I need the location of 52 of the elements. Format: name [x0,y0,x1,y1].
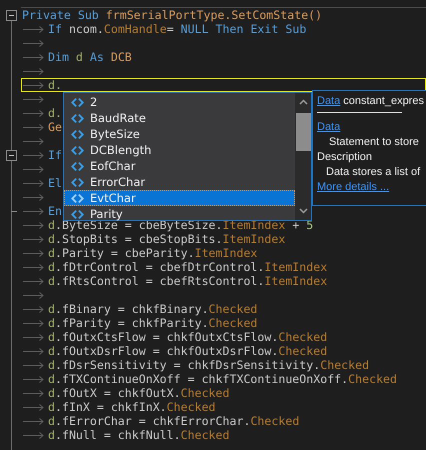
code-text: d.fBinary = chkfBinary.Checked [48,302,258,316]
completion-item[interactable]: EofChar [64,158,295,174]
code-text: Dim d As DCB [48,50,132,64]
data-link[interactable]: Data [317,121,340,133]
field-icon [70,128,85,140]
completion-item[interactable]: Parity [64,206,295,222]
code-text: If [48,148,62,162]
completion-item[interactable]: BaudRate [64,110,295,126]
completion-item[interactable]: DCBlength [64,142,295,158]
completion-item[interactable]: ErrorChar [64,174,295,190]
code-text: Private Sub frmSerialPortType.SetComState() [22,8,322,22]
field-icon [70,192,85,204]
statement-text: Statement to store [329,136,419,148]
code-text: d.fOutxDsrFlow = chkfOutxDsrFlow.Checked [48,344,328,358]
data-link[interactable]: Data [317,95,340,107]
code-text: If ncom.ComHandle= NULL Then Exit Sub [48,22,306,36]
code-text: d.fDsrSensitivity = chkfDsrSensitivity.Checked [48,358,370,372]
completion-item[interactable]: 2 [64,94,295,110]
completion-item[interactable]: EvtChar [64,190,295,206]
code-text: d.fOutxCtsFlow = chkfOutxCtsFlow.Checked [48,330,328,344]
completion-item[interactable]: ByteSize [64,126,295,142]
code-text: d.Parity = cbeParity.ItemIndex [48,246,258,260]
field-icon [70,208,85,220]
description-text: Data stores a list of [326,166,420,178]
code-text: d.fParity = chkfParity.Checked [48,316,258,330]
scroll-down-icon[interactable] [298,208,308,214]
field-icon [70,176,85,188]
code-text: Ge [48,120,62,134]
description-heading: Description [317,151,372,163]
code-text: d.fOutX = chkfOutX.Checked [48,386,230,400]
scrollbar[interactable] [295,93,311,220]
more-details-link[interactable]: More details ... [317,181,390,193]
code-text: d.fInX = chkfInX.Checked [48,400,216,414]
scrollbar-thumb[interactable] [296,113,310,151]
code-text: d.fRtsControl = cbefRtsControl.ItemIndex [48,274,328,288]
field-icon [70,160,85,172]
signature-text: constant_expres [343,95,424,107]
scroll-up-icon[interactable] [298,99,308,105]
code-text: d. [48,106,62,120]
code-text: d.fTXContinueOnXoff = chkfTXContinueOnXoff.Checked [48,372,398,386]
code-text: d.StopBits = cbeStopBits.ItemIndex [48,232,286,246]
code-text: En [48,204,62,218]
code-text: El [48,176,62,190]
field-icon [70,96,85,108]
code-text: d.fDtrControl = cbefDtrControl.ItemIndex [48,260,328,274]
code-text: d.fErrorChar = chkfErrorChar.Checked [48,414,300,428]
collapse-icon[interactable] [6,10,17,20]
collapse-icon[interactable] [6,150,17,160]
code-text: d. [48,78,62,92]
code-text: d.fNull = chkfNull.Checked [48,428,230,442]
field-icon [70,144,85,156]
field-icon [70,112,85,124]
